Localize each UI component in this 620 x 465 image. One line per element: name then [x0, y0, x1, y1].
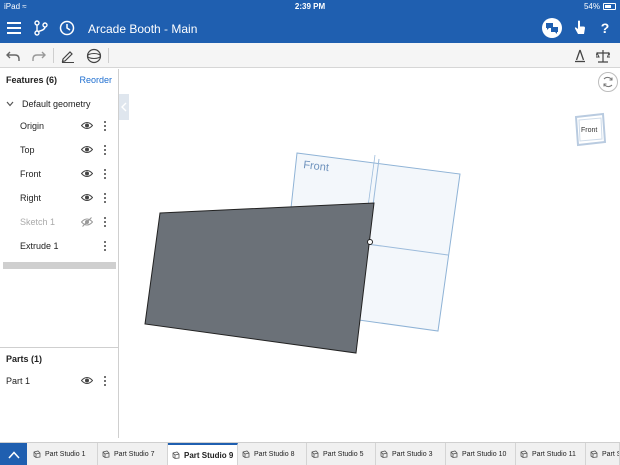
battery-percent: 54% [583, 2, 600, 11]
document-title: Arcade Booth - Main [88, 22, 198, 36]
rollback-bar[interactable] [3, 262, 116, 269]
toolbar [0, 43, 620, 68]
eye-icon[interactable] [80, 376, 94, 387]
part-body[interactable] [144, 202, 375, 354]
tab-label: Part Studio 8 [254, 451, 295, 458]
more-options-icon[interactable] [101, 216, 109, 228]
part-studio-icon [33, 450, 41, 460]
comments-icon[interactable] [542, 18, 562, 38]
tab-part-studio[interactable]: Part Studio 9 [168, 443, 238, 465]
measure-icon[interactable] [571, 47, 589, 65]
part-studio-icon [172, 451, 180, 461]
feature-label: Right [20, 193, 42, 203]
tab-part-studio[interactable]: Part Studio 3 [376, 443, 446, 465]
more-options-icon[interactable] [101, 375, 109, 387]
tab-label: Part Studio 11 [532, 451, 576, 458]
default-geometry-group[interactable]: Default geometry [6, 99, 91, 109]
part-label: Part 1 [6, 376, 31, 386]
group-label: Default geometry [22, 99, 91, 109]
redo-icon[interactable] [30, 47, 48, 65]
feature-front[interactable]: Front [0, 165, 118, 185]
panel-divider [0, 347, 118, 348]
eye-icon[interactable] [80, 121, 94, 132]
touch-mode-icon[interactable] [570, 18, 590, 38]
tab-part-studio[interactable]: Part Studio 8 [238, 443, 307, 465]
workspace-name: Main [171, 22, 198, 36]
tab-label: Part Stu [602, 451, 619, 458]
tab-label: Part Studio 9 [184, 451, 234, 460]
sketch-pencil-icon[interactable] [59, 47, 77, 65]
menu-icon[interactable] [4, 18, 24, 38]
help-icon[interactable]: ? [595, 18, 615, 38]
tab-label: Part Studio 7 [114, 451, 155, 458]
undo-icon[interactable] [4, 47, 22, 65]
rotate-view-icon[interactable] [597, 71, 619, 98]
tab-part-studio[interactable]: Part Studio 1 [29, 443, 98, 465]
tab-label: Part Studio 5 [323, 451, 364, 458]
feature-label: Front [20, 169, 42, 179]
tab-part-studio[interactable]: Part Studio 7 [98, 443, 168, 465]
part-studio-icon [380, 450, 388, 460]
eye-icon[interactable] [80, 169, 94, 180]
feature-label: Origin [20, 121, 45, 131]
part-item[interactable]: Part 1 [0, 372, 118, 392]
extrude-icon[interactable] [85, 47, 103, 65]
tab-part-studio[interactable]: Part Studio 10 [446, 443, 516, 465]
part-studio-icon [450, 450, 458, 460]
tab-part-studio[interactable]: Part Studio 5 [307, 443, 376, 465]
chevron-up-icon [7, 450, 20, 459]
view-cube-face-label: Front [581, 127, 597, 134]
history-clock-icon[interactable] [57, 18, 77, 38]
feature-label: Top [20, 145, 35, 155]
eye-icon[interactable] [80, 193, 94, 204]
feature-top[interactable]: Top [0, 141, 118, 161]
toolbar-divider [108, 48, 109, 63]
toolbar-divider [53, 48, 54, 63]
tab-part-studio[interactable]: Part Stu [586, 443, 620, 465]
graphics-viewport[interactable]: Front Front [120, 69, 620, 438]
part-studio-icon [311, 450, 319, 460]
features-title: Features (6) [6, 75, 58, 85]
chevron-down-icon[interactable] [6, 99, 14, 109]
more-options-icon[interactable] [101, 192, 109, 204]
parts-title: Parts (1) [6, 354, 43, 364]
tab-label: Part Studio 3 [392, 451, 433, 458]
tab-label: Part Studio 10 [462, 451, 507, 458]
tab-label: Part Studio 1 [45, 451, 86, 458]
status-bar: iPad ≈ 2:39 PM 54% [0, 0, 620, 13]
eye-icon[interactable] [80, 145, 94, 156]
more-options-icon[interactable] [101, 240, 109, 252]
feature-label: Extrude 1 [20, 241, 59, 251]
clock: 2:39 PM [294, 2, 326, 11]
reorder-button[interactable]: Reorder [79, 75, 112, 85]
document-name: Arcade Booth [88, 22, 161, 36]
feature-list-panel: Features (6) Reorder Default geometry Or… [0, 69, 119, 438]
part-studio-icon [520, 450, 528, 460]
part-studio-icon [242, 450, 250, 460]
origin-point[interactable] [367, 239, 373, 245]
model-canvas[interactable]: Front [120, 69, 620, 438]
feature-sketch-1[interactable]: Sketch 1 [0, 213, 118, 233]
tab-list-toggle[interactable] [0, 443, 27, 465]
version-branch-icon[interactable] [31, 18, 51, 38]
battery-icon [603, 3, 616, 10]
more-options-icon[interactable] [101, 168, 109, 180]
tab-part-studio[interactable]: Part Studio 11 [516, 443, 586, 465]
feature-origin[interactable]: Origin [0, 117, 118, 137]
feature-label: Sketch 1 [20, 217, 56, 227]
tab-bar: Part Studio 1 Part Studio 7 Part Studio 9 P… [0, 442, 620, 465]
more-options-icon[interactable] [101, 144, 109, 156]
view-cube[interactable]: Front [572, 112, 608, 153]
document-header: Arcade Booth - Main ? [0, 13, 620, 43]
part-studio-icon [590, 450, 598, 460]
feature-extrude-1[interactable]: Extrude 1 [0, 237, 118, 257]
eye-hidden-icon[interactable] [80, 217, 94, 229]
mass-properties-icon[interactable] [594, 47, 612, 65]
part-studio-icon [102, 450, 110, 460]
more-options-icon[interactable] [101, 120, 109, 132]
feature-right[interactable]: Right [0, 189, 118, 209]
